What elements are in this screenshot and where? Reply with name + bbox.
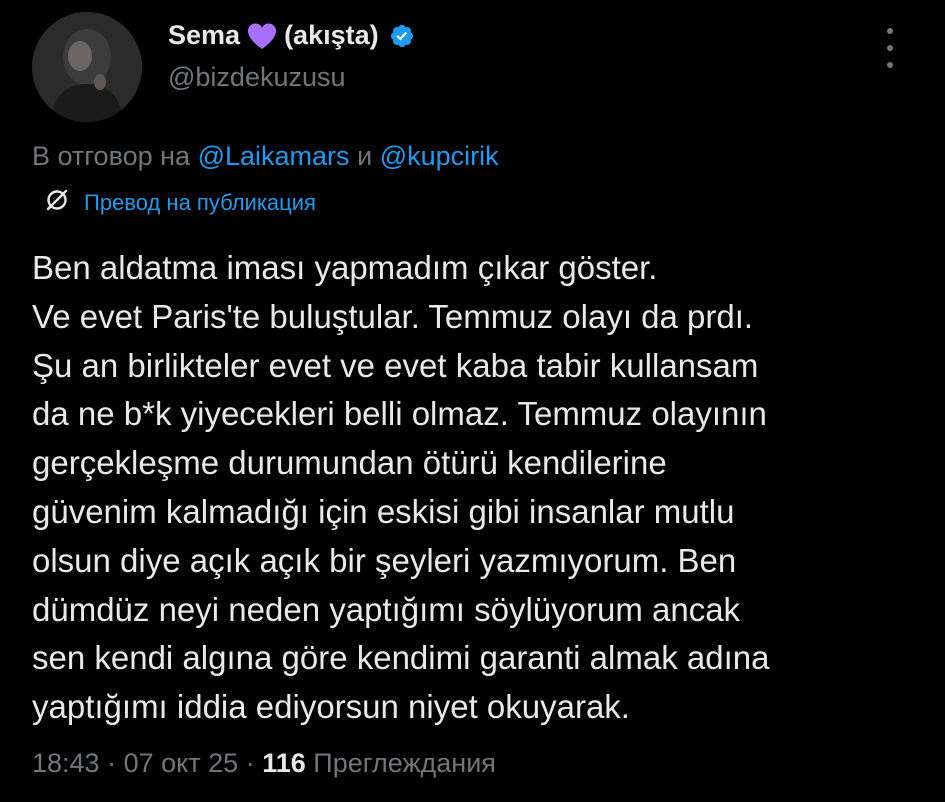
reply-user-link-1[interactable]: @Laikamars bbox=[198, 141, 350, 171]
post-date[interactable]: 07 окт 25 bbox=[124, 748, 239, 778]
post-text-line: gerçekleşme durumundan ötürü kendilerine bbox=[32, 444, 667, 482]
post-meta: 18:43 · 07 окт 25 · 116 Преглеждания bbox=[32, 748, 496, 779]
author-name-suffix[interactable]: (akışta) bbox=[284, 20, 379, 51]
author-handle[interactable]: @bizdekuzusu bbox=[168, 62, 346, 93]
avatar-image bbox=[32, 12, 142, 122]
translate-post-button[interactable]: Превод на публикация bbox=[44, 187, 316, 219]
purple-heart-icon bbox=[246, 22, 278, 50]
post-text: Ben aldatma iması yapmadım çıkar göster.… bbox=[32, 244, 932, 732]
meta-separator: · bbox=[107, 748, 117, 778]
post-text-line: Ve evet Paris'te buluştular. Temmuz olay… bbox=[32, 297, 754, 335]
post-text-line: sen kendi algına göre kendimi garanti al… bbox=[32, 639, 770, 677]
more-options-icon[interactable] bbox=[880, 28, 900, 68]
meta-separator: · bbox=[245, 748, 255, 778]
reply-prefix: В отговор на bbox=[32, 141, 191, 171]
reply-user-link-2[interactable]: @kupcirik bbox=[380, 141, 499, 171]
tweet: Sema (akışta) @bizdekuzusu В отговор на … bbox=[0, 0, 945, 802]
views-label[interactable]: Преглеждания bbox=[313, 748, 496, 778]
avatar[interactable] bbox=[32, 12, 142, 122]
verified-badge-icon[interactable] bbox=[389, 23, 415, 49]
post-text-line: yaptığımı iddia ediyorsun niyet okuyarak… bbox=[32, 688, 630, 726]
translate-label[interactable]: Превод на публикация bbox=[84, 190, 316, 216]
post-text-line: olsun diye açık açık bir şeyleri yazmıyo… bbox=[32, 541, 737, 579]
post-text-line: Ben aldatma iması yapmadım çıkar göster. bbox=[32, 249, 658, 286]
reply-conjunction: и bbox=[357, 141, 373, 171]
translate-icon bbox=[44, 187, 70, 219]
post-text-line: dümdüz neyi neden yaptığımı söylüyorum a… bbox=[32, 590, 741, 628]
views-count[interactable]: 116 bbox=[262, 748, 306, 778]
post-text-line: Şu an birlikteler evet ve evet kaba tabi… bbox=[32, 346, 759, 384]
author-name-row[interactable]: Sema (akışta) bbox=[168, 20, 415, 51]
author-name[interactable]: Sema bbox=[168, 20, 240, 51]
post-text-line: da ne b*k yiyecekleri belli olmaz. Temmu… bbox=[32, 395, 767, 433]
reply-context: В отговор на @Laikamars и @kupcirik bbox=[32, 141, 499, 172]
post-time[interactable]: 18:43 bbox=[32, 748, 100, 778]
post-text-line: güvenim kalmadığı için eskisi gibi insan… bbox=[32, 492, 735, 530]
